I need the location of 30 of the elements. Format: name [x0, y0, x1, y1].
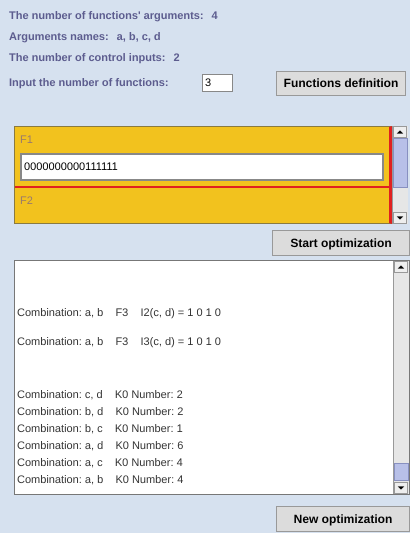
- scroll-thumb[interactable]: [394, 463, 409, 481]
- scroll-down-icon[interactable]: [393, 212, 407, 224]
- info-label: Arguments names:: [9, 30, 109, 45]
- function-label: F1: [20, 133, 34, 147]
- info-value: 4: [212, 8, 218, 24]
- scroll-up-icon[interactable]: [393, 126, 407, 138]
- output-line: Combination: a, c K0 Number: 4: [17, 456, 183, 472]
- output-line: Combination: a, b F3 I2(c, d) = 1 0 1 0: [17, 306, 221, 322]
- scroll-thumb[interactable]: [393, 138, 408, 188]
- function-label: F2: [20, 194, 34, 208]
- new-optimization-button[interactable]: New optimization: [276, 506, 410, 532]
- scrollbar[interactable]: [393, 261, 409, 494]
- output-line: Combination: a, b K0 Number: 4: [17, 473, 184, 488]
- start-optimization-button[interactable]: Start optimization: [272, 230, 410, 256]
- scrollbar[interactable]: [392, 126, 408, 224]
- output-line: Combination: c, d K0 Number: 2: [17, 388, 183, 404]
- function-count-label: Input the number of functions:: [9, 76, 170, 91]
- function-value-field[interactable]: 0000000000111111: [20, 153, 384, 181]
- info-value: a, b, c, d: [116, 30, 161, 45]
- info-label: The number of functions' arguments:: [9, 8, 204, 24]
- scroll-up-icon[interactable]: [394, 261, 408, 273]
- function-count-field[interactable]: 3: [202, 74, 233, 92]
- output-line: Combination: a, b F3 I3(c, d) = 1 0 1 0: [17, 335, 221, 350]
- output-line: Combination: a, d K0 Number: 6: [17, 439, 184, 454]
- output-line: Combination: b, d K0 Number: 2: [17, 405, 184, 420]
- info-label: The number of control inputs:: [9, 50, 166, 66]
- scroll-down-icon[interactable]: [394, 482, 408, 494]
- output-line: Combination: b, c K0 Number: 1: [17, 422, 183, 438]
- info-value: 2: [173, 50, 180, 66]
- functions-definition-button[interactable]: Functions definition: [276, 70, 406, 96]
